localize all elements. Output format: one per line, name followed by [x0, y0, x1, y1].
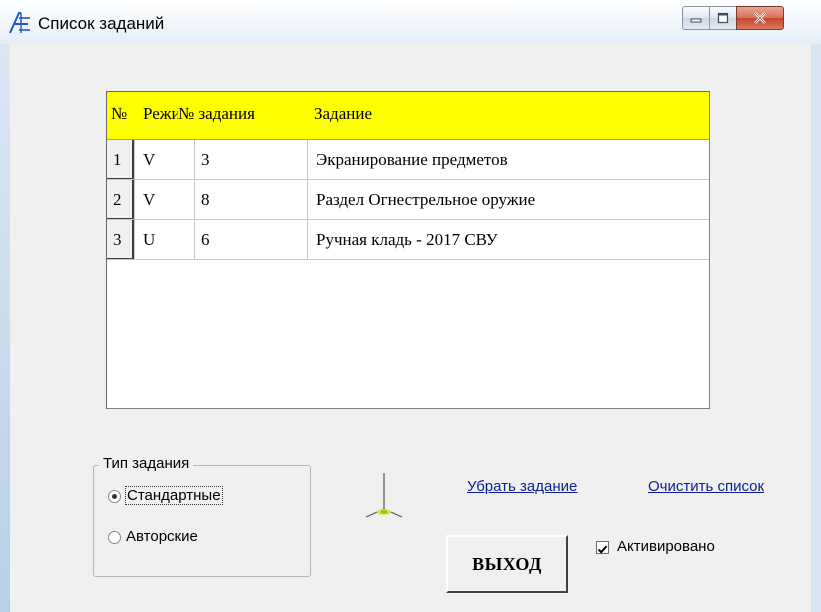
- row-task: Раздел Огнестрельное оружие: [316, 190, 536, 209]
- activated-checkbox[interactable]: [596, 541, 609, 554]
- row-task-number: 6: [201, 230, 210, 249]
- minimize-button[interactable]: [682, 6, 710, 30]
- radio-selected-dot: [112, 494, 117, 499]
- row-number: 2: [113, 190, 122, 209]
- table-row[interactable]: 2 V 8 Раздел Огнестрельное оружие: [107, 180, 709, 220]
- standard-radio-label[interactable]: Стандартные: [125, 486, 223, 505]
- close-button[interactable]: [736, 6, 784, 30]
- axes-icon: [365, 473, 403, 518]
- table-row[interactable]: 3 U 6 Ручная кладь - 2017 СВУ: [107, 220, 709, 260]
- column-header-task-number[interactable]: № задания: [178, 104, 298, 124]
- row-number: 3: [113, 230, 122, 249]
- column-divider: [307, 140, 308, 260]
- clear-list-link[interactable]: Очистить список: [648, 478, 764, 495]
- column-header-number[interactable]: №: [111, 104, 133, 124]
- task-type-group: [93, 465, 311, 577]
- window-frame-right: [811, 44, 821, 612]
- app-logo-icon: [9, 12, 30, 34]
- task-type-label: Тип задания: [99, 455, 194, 472]
- custom-radio-label[interactable]: Авторские: [126, 528, 198, 545]
- remove-task-link[interactable]: Убрать задание: [467, 478, 577, 495]
- exit-button[interactable]: ВЫХОД: [446, 535, 568, 593]
- row-mode: U: [143, 230, 156, 249]
- custom-radio[interactable]: [108, 531, 121, 544]
- column-header-mode[interactable]: Режи: [143, 104, 178, 124]
- grid-header: № Режи № задания Задание: [107, 92, 709, 140]
- row-task: Ручная кладь - 2017 СВУ: [316, 230, 498, 249]
- row-task-number: 3: [201, 150, 210, 169]
- task-grid[interactable]: № Режи № задания Задание 1 V 3 Экраниров…: [106, 91, 710, 409]
- row-number: 1: [113, 150, 122, 169]
- row-task: Экранирование предметов: [316, 150, 508, 169]
- maximize-icon: [710, 7, 736, 29]
- close-icon: [737, 7, 783, 29]
- row-mode: V: [143, 150, 156, 169]
- maximize-button[interactable]: [709, 6, 737, 30]
- column-divider: [194, 140, 195, 260]
- window-frame-left: [0, 44, 10, 612]
- window-title: Список заданий: [38, 14, 165, 33]
- table-row[interactable]: 1 V 3 Экранирование предметов: [107, 140, 709, 180]
- standard-radio[interactable]: [108, 490, 121, 503]
- row-task-number: 8: [201, 190, 210, 209]
- column-header-task[interactable]: Задание: [314, 104, 614, 124]
- title-bar[interactable]: Список заданий: [0, 0, 821, 44]
- activated-label[interactable]: Активировано: [617, 538, 715, 555]
- column-divider: [134, 140, 135, 260]
- minimize-icon: [683, 7, 709, 29]
- checkmark-icon: [597, 545, 608, 554]
- row-mode: V: [143, 190, 156, 209]
